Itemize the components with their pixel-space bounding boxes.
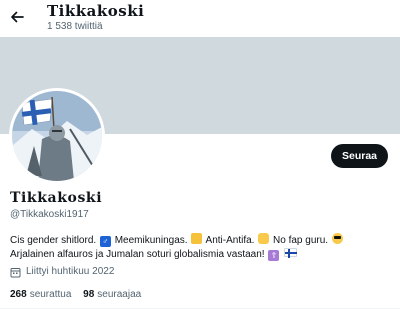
tweet-count: 1 538 twiittiä <box>47 21 103 32</box>
bio-text-5: Arjalainen alfauros ja Jumalan soturi gl… <box>10 248 265 260</box>
bio-line-2: Arjalainen alfauros ja Jumalan soturi gl… <box>10 247 395 262</box>
crown-icon <box>191 233 203 244</box>
join-date: Liittyi huhtikuu 2022 <box>10 266 114 278</box>
join-date-text: Liittyi huhtikuu 2022 <box>26 266 115 277</box>
arrow-left-icon[interactable] <box>10 8 24 26</box>
following-count: 268 <box>10 289 27 300</box>
finland-flag-icon <box>284 247 298 258</box>
followers-count: 98 <box>83 289 95 300</box>
following-link[interactable]: 268 seurattua <box>10 289 71 301</box>
profile-header: Tikkakoski 1 538 twiittiä <box>0 0 400 37</box>
bio-text-2: Meemikuningas. <box>114 235 188 246</box>
followers-label: seuraajaa <box>97 289 142 300</box>
bio-line-1: Cis gender shitlord. ♂ Meemikuningas. An… <box>10 233 395 248</box>
following-label: seurattua <box>29 289 72 300</box>
male-sign-icon: ♂ <box>99 236 111 247</box>
follow-button[interactable]: Seuraa <box>331 144 388 168</box>
header-title: Tikkakoski <box>47 2 145 20</box>
display-name: Tikkakoski <box>10 190 103 206</box>
orthodox-cross-icon: ☦ <box>268 249 280 261</box>
bio-text-1: Cis gender shitlord. <box>10 235 97 246</box>
calendar-icon <box>10 267 21 278</box>
avatar[interactable] <box>9 88 105 184</box>
bio-text-4: No fap guru. <box>273 235 329 246</box>
waving-hand-icon <box>258 233 270 244</box>
profile-bio: Cis gender shitlord. ♂ Meemikuningas. An… <box>10 233 395 261</box>
user-handle: @Tikkakoski1917 <box>10 209 89 220</box>
followers-link[interactable]: 98 seuraajaa <box>83 289 141 301</box>
sunglasses-face-icon <box>331 233 343 244</box>
follow-stats: 268 seurattua 98 seuraajaa <box>10 289 150 301</box>
bio-text-3: Anti-Antifa. <box>205 235 255 246</box>
